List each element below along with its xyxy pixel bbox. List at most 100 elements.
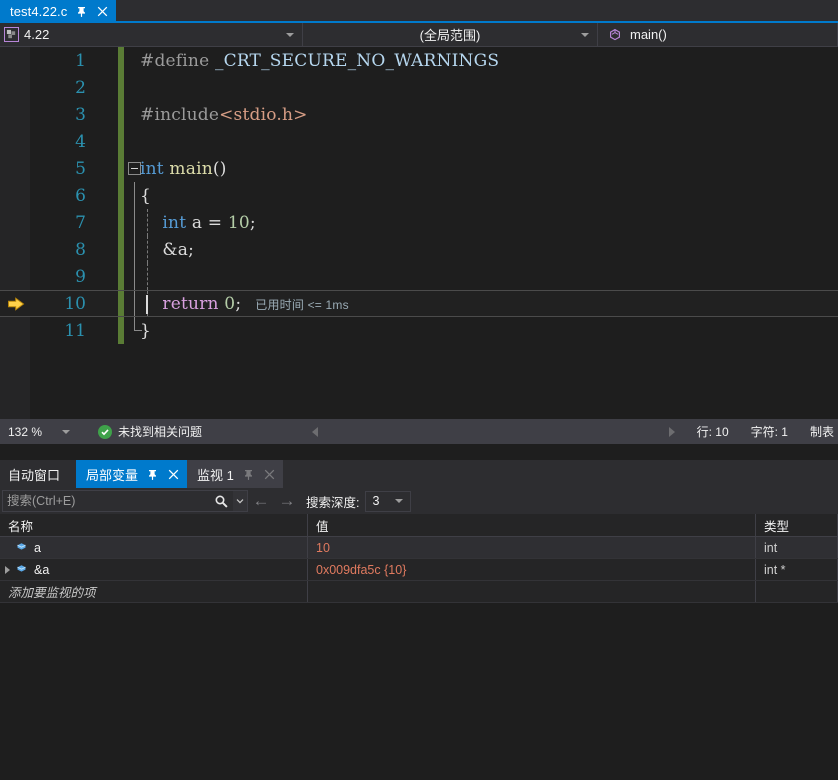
arrow-right-icon[interactable]: → (274, 490, 300, 512)
line-number: 1 (38, 51, 86, 71)
column-header-name[interactable]: 名称 (0, 514, 308, 536)
variable-type-cell: int (756, 537, 838, 558)
code-line-current-execution[interactable]: 10 return 0;已用时间 <= 1ms (0, 290, 838, 317)
tab-locals[interactable]: 局部变量 (76, 460, 187, 488)
column-header-type[interactable]: 类型 (756, 514, 838, 536)
debug-tool-window: 自动窗口 局部变量 监视 1 (0, 460, 838, 780)
code-token: } (140, 321, 151, 341)
code-text: int main() (140, 159, 227, 179)
variable-type: int (764, 541, 777, 555)
code-text: } (140, 321, 151, 341)
document-tab-label: test4.22.c (10, 4, 67, 19)
variable-value-cell[interactable]: 10 (308, 537, 756, 558)
code-token: 10 (228, 213, 250, 233)
line-position-label: 行: 10 (697, 423, 729, 440)
line-number: 6 (38, 186, 86, 206)
autos-window-title[interactable]: 自动窗口 (0, 460, 76, 488)
code-token: return (162, 294, 224, 314)
code-line[interactable]: 4 (0, 128, 838, 155)
close-icon[interactable] (167, 468, 180, 481)
change-bar (118, 263, 124, 290)
nav-prev-icon[interactable] (312, 427, 318, 437)
variable-value-cell[interactable]: 0x009dfa5c {10} (308, 559, 756, 580)
execution-pointer-icon (7, 295, 25, 313)
variable-name-cell[interactable]: a (0, 537, 308, 558)
code-line[interactable]: 9 (0, 263, 838, 290)
search-options-chevron-down-icon[interactable] (233, 491, 247, 511)
search-input[interactable] (3, 493, 209, 509)
expand-triangle-icon[interactable] (0, 566, 14, 574)
close-icon[interactable] (95, 5, 109, 19)
change-bar (118, 291, 124, 316)
scope-dropdown[interactable]: (全局范围) (303, 23, 598, 46)
code-token: ; (235, 294, 241, 314)
column-header-value[interactable]: 值 (308, 514, 756, 536)
nav-next-icon[interactable] (669, 427, 675, 437)
search-box[interactable] (2, 490, 248, 512)
code-token (140, 294, 162, 314)
issue-status[interactable]: 未找到相关问题 (98, 423, 202, 440)
variable-icon (14, 541, 28, 555)
search-icon[interactable] (209, 491, 233, 511)
zoom-level-label: 132 % (8, 425, 42, 439)
code-line[interactable]: 7 int a = 10; (0, 209, 838, 236)
close-icon[interactable] (263, 468, 276, 481)
member-dropdown[interactable]: main() (598, 23, 838, 46)
variable-name: &a (34, 563, 49, 577)
chevron-down-icon[interactable] (286, 33, 294, 37)
zoom-level-dropdown[interactable]: 132 % (2, 421, 80, 442)
code-text: #include<stdio.h> (140, 105, 308, 125)
table-row[interactable]: a 10 int (0, 537, 838, 559)
chevron-down-icon[interactable] (62, 430, 70, 434)
code-line[interactable]: 2 (0, 74, 838, 101)
code-text: int a = 10; (140, 213, 256, 233)
chevron-down-icon[interactable] (395, 499, 403, 503)
code-token: = (208, 213, 228, 233)
code-token: <stdio.h> (219, 105, 307, 125)
document-tab-strip: test4.22.c (0, 0, 838, 23)
project-dropdown[interactable]: 4.22 (0, 23, 303, 46)
variables-grid: 名称 值 类型 a 10 int (0, 514, 838, 763)
line-number: 7 (38, 213, 86, 233)
change-bar (118, 236, 124, 263)
change-bar (118, 101, 124, 128)
pin-icon[interactable] (74, 5, 88, 19)
line-number: 3 (38, 105, 86, 125)
line-number: 9 (38, 267, 86, 287)
elapsed-time-annotation: 已用时间 <= 1ms (255, 298, 349, 312)
code-line[interactable]: 11 } (0, 317, 838, 344)
code-line[interactable]: 6 { (0, 182, 838, 209)
pin-icon[interactable] (242, 468, 255, 481)
code-text: #define _CRT_SECURE_NO_WARNINGS (140, 51, 499, 71)
document-tab-test4-22-c[interactable]: test4.22.c (0, 0, 116, 23)
code-line[interactable]: 1 #define _CRT_SECURE_NO_WARNINGS (0, 47, 838, 74)
code-text: &a; (140, 240, 194, 260)
add-watch-cell[interactable]: 添加要监视的项 (0, 581, 308, 602)
indent-guide-line (147, 263, 149, 290)
change-bar (118, 317, 124, 344)
tab-mode-label: 制表 (810, 423, 834, 440)
line-number: 5 (38, 159, 86, 179)
code-line[interactable]: 8 &a; (0, 236, 838, 263)
fold-guide-line (134, 236, 135, 263)
code-text: { (140, 186, 151, 206)
variable-value: 10 (316, 541, 330, 555)
add-watch-value-cell[interactable] (308, 581, 756, 602)
variable-name-cell[interactable]: &a (0, 559, 308, 580)
editor-navigation-bar: 4.22 (全局范围) main() (0, 23, 838, 47)
tab-watch-1[interactable]: 监视 1 (187, 460, 283, 488)
editor-status-bar: 132 % 未找到相关问题 行: 10 字符: 1 制表 (0, 419, 838, 444)
pin-icon[interactable] (146, 468, 159, 481)
code-line[interactable]: 5 int main() (0, 155, 838, 182)
fold-guide-line (134, 263, 135, 290)
table-row[interactable]: &a 0x009dfa5c {10} int * (0, 559, 838, 581)
editor-status-right: 行: 10 字符: 1 制表 (669, 423, 838, 440)
search-depth-dropdown[interactable]: 3 (365, 491, 411, 512)
code-line[interactable]: 3 #include<stdio.h> (0, 101, 838, 128)
code-token: { (140, 186, 151, 206)
change-bar (118, 74, 124, 101)
add-watch-row[interactable]: 添加要监视的项 (0, 581, 838, 603)
chevron-down-icon[interactable] (581, 33, 589, 37)
arrow-left-icon[interactable]: ← (248, 490, 274, 512)
code-editor[interactable]: 1 #define _CRT_SECURE_NO_WARNINGS 2 3 #i… (0, 47, 838, 419)
